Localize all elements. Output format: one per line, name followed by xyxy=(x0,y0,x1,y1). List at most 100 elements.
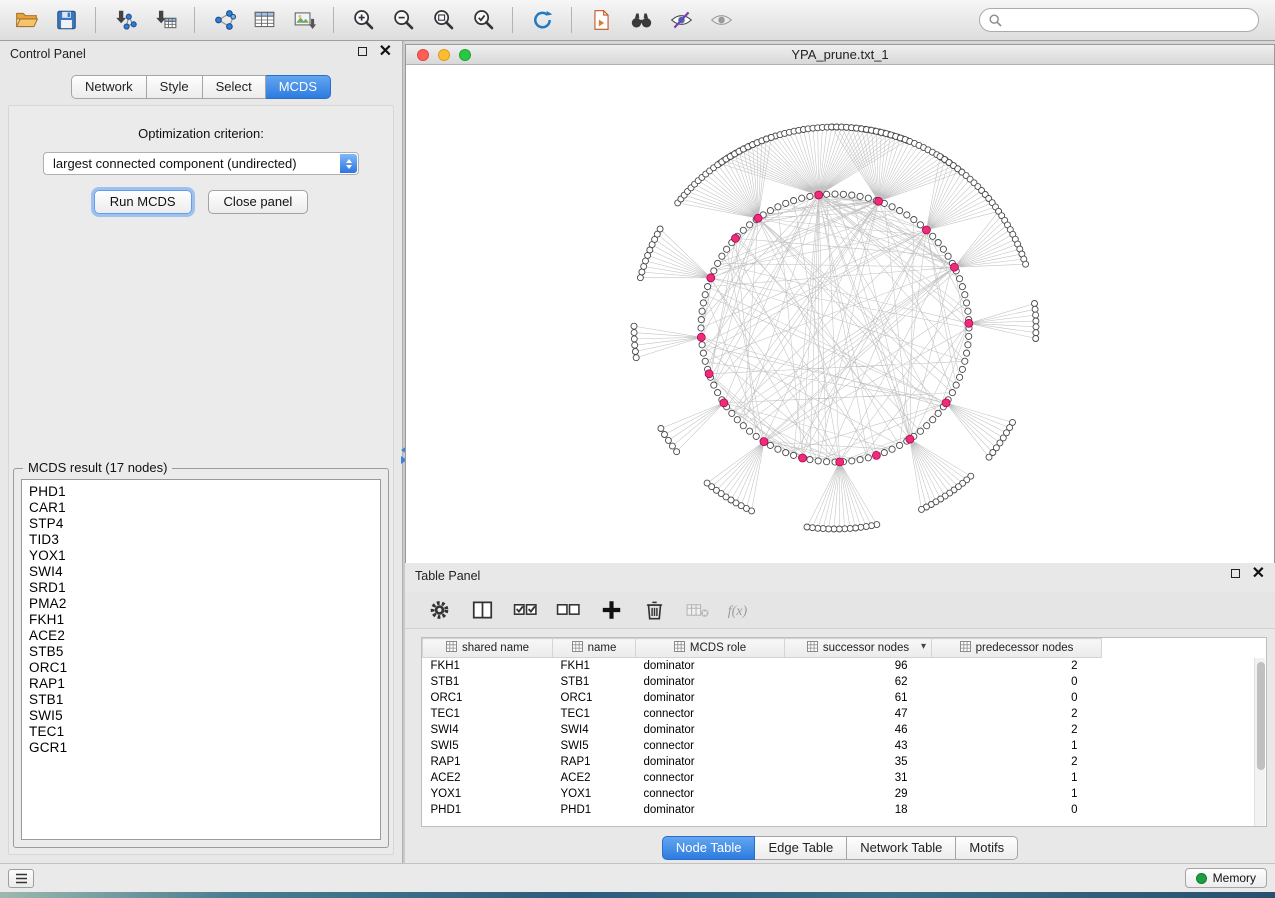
scrollbar-thumb[interactable] xyxy=(1257,662,1265,770)
zoom-out-icon[interactable] xyxy=(387,5,419,35)
network-node[interactable] xyxy=(849,458,855,464)
tab-network-table[interactable]: Network Table xyxy=(847,836,956,860)
network-node[interactable] xyxy=(849,192,855,198)
network-leaf-node[interactable] xyxy=(1032,301,1038,307)
export-image-icon[interactable] xyxy=(288,5,320,35)
close-panel-icon[interactable]: ✕ xyxy=(379,46,392,57)
mcds-result-list[interactable]: PHD1CAR1STP4TID3YOX1SWI4SRD1PMA2FKH1ACE2… xyxy=(21,479,381,840)
network-leaf-node[interactable] xyxy=(919,506,925,512)
hide-details-icon[interactable] xyxy=(665,5,697,35)
mcds-result-item[interactable]: FKH1 xyxy=(29,612,380,628)
network-node[interactable] xyxy=(724,246,730,252)
open-file-icon[interactable] xyxy=(10,5,42,35)
tab-style[interactable]: Style xyxy=(147,75,203,99)
network-leaf-node[interactable] xyxy=(1032,306,1038,312)
mcds-result-item[interactable]: TID3 xyxy=(29,532,380,548)
network-node[interactable] xyxy=(857,457,863,463)
network-leaf-node[interactable] xyxy=(1033,318,1039,324)
mcds-result-item[interactable]: STP4 xyxy=(29,516,380,532)
network-mcds-hub-node[interactable] xyxy=(965,319,973,327)
network-node[interactable] xyxy=(962,358,968,364)
network-node[interactable] xyxy=(783,200,789,206)
network-node[interactable] xyxy=(935,240,941,246)
save-session-icon[interactable] xyxy=(50,5,82,35)
network-node[interactable] xyxy=(791,198,797,204)
close-panel-icon[interactable]: ✕ xyxy=(1252,568,1265,579)
delete-column-icon[interactable] xyxy=(640,595,668,625)
network-mcds-hub-node[interactable] xyxy=(872,451,880,459)
mcds-result-item[interactable]: SRD1 xyxy=(29,580,380,596)
column-header-predecessor-nodes[interactable]: predecessor nodes xyxy=(932,639,1102,658)
tab-edge-table[interactable]: Edge Table xyxy=(755,836,847,860)
network-node[interactable] xyxy=(700,350,706,356)
network-node[interactable] xyxy=(889,446,895,452)
window-zoom-button[interactable] xyxy=(459,49,471,61)
network-node[interactable] xyxy=(940,246,946,252)
network-leaf-node[interactable] xyxy=(674,449,680,455)
network-node[interactable] xyxy=(767,442,773,448)
network-node[interactable] xyxy=(824,191,830,197)
deselect-all-rows-icon[interactable] xyxy=(554,595,582,625)
network-node[interactable] xyxy=(753,433,759,439)
table-row[interactable]: SWI4SWI4dominator462 xyxy=(423,722,1267,738)
column-header-shared-name[interactable]: shared name xyxy=(423,639,553,658)
network-leaf-node[interactable] xyxy=(657,226,663,232)
network-node[interactable] xyxy=(799,195,805,201)
import-network-icon[interactable] xyxy=(109,5,141,35)
export-document-icon[interactable] xyxy=(585,5,617,35)
table-row[interactable]: FKH1FKH1dominator962 xyxy=(423,658,1267,674)
network-mcds-hub-node[interactable] xyxy=(720,399,728,407)
function-builder-icon[interactable]: f(x) xyxy=(726,595,754,625)
close-panel-button[interactable]: Close panel xyxy=(208,190,309,214)
network-mcds-hub-node[interactable] xyxy=(815,191,823,199)
network-mcds-hub-node[interactable] xyxy=(707,274,715,282)
find-icon[interactable] xyxy=(625,5,657,35)
network-node[interactable] xyxy=(959,284,965,290)
network-mcds-hub-node[interactable] xyxy=(760,438,768,446)
table-row[interactable]: ACE2ACE2connector311 xyxy=(423,770,1267,786)
add-column-icon[interactable] xyxy=(597,595,625,625)
network-node[interactable] xyxy=(911,217,917,223)
network-node[interactable] xyxy=(775,204,781,210)
network-canvas[interactable] xyxy=(406,66,1274,563)
search-input[interactable] xyxy=(1008,13,1249,27)
network-leaf-node[interactable] xyxy=(632,342,638,348)
network-mcds-hub-node[interactable] xyxy=(799,454,807,462)
status-menu-button[interactable] xyxy=(8,869,34,888)
mcds-result-item[interactable]: RAP1 xyxy=(29,676,380,692)
float-panel-icon[interactable] xyxy=(358,47,367,56)
network-leaf-node[interactable] xyxy=(986,454,992,460)
network-mcds-hub-node[interactable] xyxy=(754,214,762,222)
network-mcds-hub-node[interactable] xyxy=(942,399,950,407)
table-row[interactable]: ORC1ORC1dominator610 xyxy=(423,690,1267,706)
network-node[interactable] xyxy=(791,452,797,458)
network-node[interactable] xyxy=(949,390,955,396)
network-node[interactable] xyxy=(715,390,721,396)
network-node[interactable] xyxy=(959,366,965,372)
network-leaf-node[interactable] xyxy=(631,330,637,336)
network-node[interactable] xyxy=(957,374,963,380)
mcds-result-item[interactable]: ACE2 xyxy=(29,628,380,644)
tab-motifs[interactable]: Motifs xyxy=(956,836,1018,860)
network-node[interactable] xyxy=(865,455,871,461)
network-node[interactable] xyxy=(699,308,705,314)
float-panel-icon[interactable] xyxy=(1231,569,1240,578)
import-table-icon[interactable] xyxy=(149,5,181,35)
network-node[interactable] xyxy=(824,459,830,465)
network-leaf-node[interactable] xyxy=(1033,336,1039,342)
network-leaf-node[interactable] xyxy=(633,355,639,361)
network-leaf-node[interactable] xyxy=(1033,324,1039,330)
network-leaf-node[interactable] xyxy=(631,323,637,329)
mcds-result-item[interactable]: PMA2 xyxy=(29,596,380,612)
network-node[interactable] xyxy=(815,458,821,464)
column-header-MCDS-role[interactable]: MCDS role xyxy=(636,639,785,658)
network-node[interactable] xyxy=(783,450,789,456)
network-node[interactable] xyxy=(747,222,753,228)
network-node[interactable] xyxy=(904,212,910,218)
network-node[interactable] xyxy=(740,423,746,429)
network-node[interactable] xyxy=(924,423,930,429)
network-mcds-hub-node[interactable] xyxy=(922,226,930,234)
network-node[interactable] xyxy=(747,428,753,434)
network-leaf-node[interactable] xyxy=(1033,312,1039,318)
mcds-result-item[interactable]: YOX1 xyxy=(29,548,380,564)
